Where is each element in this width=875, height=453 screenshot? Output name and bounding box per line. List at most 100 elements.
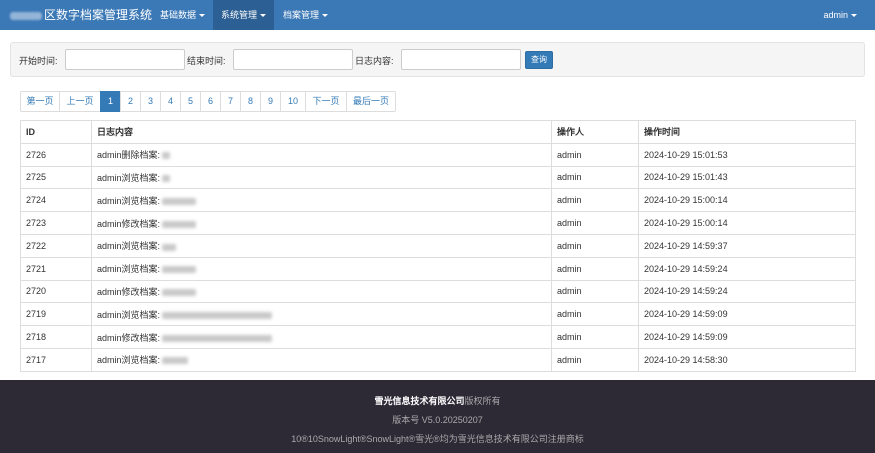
redacted-archive-name: [162, 152, 171, 160]
redacted-archive-name: [162, 220, 197, 228]
cell-time: 2024-10-29 14:59:24: [638, 256, 856, 281]
cell-id: 2717: [20, 347, 92, 372]
start-time-input[interactable]: [65, 49, 185, 70]
app-title: 区数字档案管理系统: [44, 8, 153, 22]
page-10[interactable]: 10: [280, 91, 306, 112]
cell-id: 2722: [20, 233, 92, 258]
redacted-archive-name: [162, 197, 197, 205]
app-brand[interactable]: 区数字档案管理系统: [10, 0, 152, 30]
table-header-row: ID 日志内容 操作人 操作时间: [20, 120, 856, 144]
table-row: 2718 admin修改档案: admin 2024-10-29 14:59:09: [20, 325, 856, 349]
cell-time: 2024-10-29 15:00:14: [638, 188, 856, 213]
redacted-archive-name: [162, 289, 197, 297]
copyright-line: 雪光信息技术有限公司版权所有: [0, 394, 875, 407]
page-9[interactable]: 9: [260, 91, 281, 112]
cell-time: 2024-10-29 15:01:53: [638, 142, 856, 167]
menu-archive-management-label: 档案管理: [283, 10, 320, 20]
table-row: 2719 admin浏览档案: admin 2024-10-29 14:59:09: [20, 302, 856, 327]
cell-content-text: admin修改档案:: [97, 218, 161, 229]
cell-content: admin浏览档案:: [91, 302, 552, 327]
cell-id: 2719: [20, 302, 92, 327]
cell-content-text: admin浏览档案:: [97, 264, 161, 275]
cell-content: admin修改档案:: [91, 211, 552, 235]
filter-bar: 开始时间: 结束时间: 日志内容: 查询: [10, 42, 865, 77]
cell-operator: admin: [551, 302, 639, 327]
cell-operator: admin: [551, 233, 639, 258]
log-content-input[interactable]: [401, 49, 521, 70]
chevron-down-icon: [851, 14, 857, 18]
cell-content: admin删除档案:: [91, 142, 552, 167]
cell-time: 2024-10-29 14:59:24: [638, 279, 856, 304]
cell-operator: admin: [551, 211, 639, 235]
cell-content-text: admin浏览档案:: [97, 172, 161, 183]
cell-operator: admin: [551, 188, 639, 213]
redacted-archive-name: [162, 175, 171, 183]
page-5[interactable]: 5: [180, 91, 201, 112]
page-3[interactable]: 3: [140, 91, 161, 112]
cell-content-text: admin浏览档案:: [97, 195, 161, 206]
chevron-down-icon: [199, 14, 206, 18]
cell-operator: admin: [551, 347, 639, 372]
cell-id: 2718: [20, 325, 92, 349]
table-row: 2717 admin浏览档案: admin 2024-10-29 14:58:30: [20, 347, 856, 372]
user-menu[interactable]: admin: [823, 0, 857, 30]
redacted-archive-name: [162, 334, 273, 342]
page-last[interactable]: 最后一页: [346, 91, 396, 112]
start-time-label: 开始时间:: [19, 56, 58, 66]
menu-basic-data-label: 基础数据: [160, 10, 197, 20]
cell-content: admin修改档案:: [91, 325, 552, 349]
cell-content: admin浏览档案:: [91, 188, 552, 213]
cell-time: 2024-10-29 14:59:09: [638, 302, 856, 327]
menu-archive-management[interactable]: 档案管理: [275, 0, 336, 30]
cell-time: 2024-10-29 14:59:37: [638, 233, 856, 258]
table-row: 2726 admin删除档案: admin 2024-10-29 15:01:53: [20, 142, 856, 167]
cell-time: 2024-10-29 14:59:09: [638, 325, 856, 349]
column-header-content: 日志内容: [91, 120, 552, 144]
end-time-input[interactable]: [233, 49, 353, 70]
chevron-down-icon: [322, 14, 329, 18]
cell-time: 2024-10-29 15:00:14: [638, 211, 856, 235]
menu-system-management[interactable]: 系统管理: [213, 0, 275, 30]
column-header-id: ID: [20, 120, 92, 144]
cell-id: 2720: [20, 279, 92, 304]
chevron-down-icon: [260, 14, 267, 18]
table-row: 2724 admin浏览档案: admin 2024-10-29 15:00:14: [20, 188, 856, 213]
cell-content: admin修改档案:: [91, 279, 552, 304]
table-row: 2723 admin修改档案: admin 2024-10-29 15:00:14: [20, 211, 856, 235]
cell-id: 2724: [20, 188, 92, 213]
version-text: 版本号 V5.0.20250207: [392, 415, 483, 425]
page-next[interactable]: 下一页: [305, 91, 347, 112]
page-first[interactable]: 第一页: [20, 91, 60, 112]
table-row: 2725 admin浏览档案: admin 2024-10-29 15:01:43: [20, 165, 856, 190]
cell-content: admin浏览档案:: [91, 347, 552, 372]
menu-system-management-label: 系统管理: [221, 10, 258, 20]
cell-content-text: admin修改档案:: [97, 286, 161, 297]
trademark-text: 10®10SnowLight®SnowLight®雪光®均为雪光信息技术有限公司…: [291, 434, 584, 444]
cell-content-text: admin浏览档案:: [97, 355, 161, 366]
cell-content: admin浏览档案:: [91, 256, 552, 281]
cell-id: 2723: [20, 211, 92, 235]
cell-content-text: admin删除档案:: [97, 150, 161, 161]
menu-basic-data[interactable]: 基础数据: [152, 0, 213, 30]
user-name: admin: [823, 10, 848, 20]
page-2[interactable]: 2: [120, 91, 141, 112]
top-navbar: 区数字档案管理系统 基础数据 系统管理 档案管理 admin: [0, 0, 875, 30]
cell-time: 2024-10-29 14:58:30: [638, 347, 856, 372]
table-row: 2722 admin浏览档案: admin 2024-10-29 14:59:37: [20, 233, 856, 258]
cell-operator: admin: [551, 142, 639, 167]
cell-operator: admin: [551, 325, 639, 349]
query-button[interactable]: 查询: [525, 51, 553, 69]
page-6[interactable]: 6: [200, 91, 221, 112]
page-8[interactable]: 8: [240, 91, 261, 112]
page-4[interactable]: 4: [160, 91, 181, 112]
page-1[interactable]: 1: [100, 91, 121, 112]
page-7[interactable]: 7: [220, 91, 241, 112]
cell-operator: admin: [551, 279, 639, 304]
page-prev[interactable]: 上一页: [59, 91, 101, 112]
table-row: 2720 admin修改档案: admin 2024-10-29 14:59:24: [20, 279, 856, 304]
cell-time: 2024-10-29 15:01:43: [638, 165, 856, 190]
cell-content-text: admin浏览档案:: [97, 309, 161, 320]
cell-content: admin浏览档案:: [91, 233, 552, 258]
rights-text: 版权所有: [464, 396, 501, 406]
redacted-archive-name: [162, 266, 197, 274]
